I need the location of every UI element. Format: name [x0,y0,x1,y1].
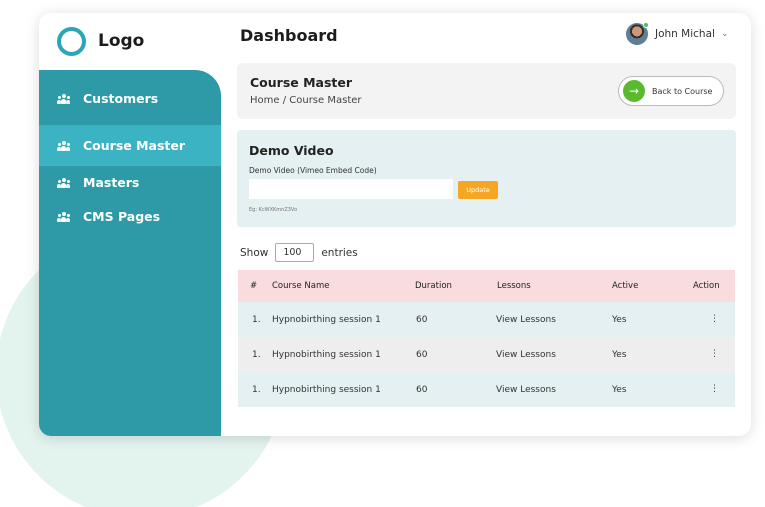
users-icon [57,140,70,151]
duration: 60 [416,314,428,325]
page-title: Dashboard [240,26,338,45]
column-header-action: Action [693,281,720,291]
column-header-duration: Duration [415,281,452,291]
sidebar-item-cms-pages[interactable]: CMS Pages [39,196,221,237]
show-label: Show [240,246,269,259]
users-icon [57,93,70,104]
table-row: 1. Hypnobirthing session 1 60 View Lesso… [238,337,735,372]
avatar[interactable] [626,22,649,45]
view-lessons-link[interactable]: View Lessons [496,385,556,395]
arrow-right-icon: → [623,80,645,102]
more-actions-icon[interactable]: ⋮ [710,349,719,359]
sidebar-item-label: CMS Pages [83,209,161,224]
sidebar-item-label: Customers [83,91,159,106]
users-icon [57,177,70,188]
sidebar: Customers Course Master Masters CMS Page… [39,70,221,436]
course-header-panel: Course Master Home / Course Master → Bac… [237,63,736,119]
chevron-down-icon[interactable]: ⌄ [721,29,729,39]
demo-video-hint: Eg: KcWXKmnZ3Vo [249,207,298,213]
course-name: Hypnobirthing session 1 [272,314,381,325]
demo-video-panel: Demo Video Demo Video (Vimeo Embed Code)… [237,130,736,227]
user-menu[interactable]: John Michal ⌄ [626,22,729,45]
vimeo-embed-input[interactable] [249,179,453,199]
online-status-icon [643,22,649,28]
active-status: Yes [612,314,627,325]
entries-control: Show 100 entries [240,243,358,262]
column-header-number: # [250,281,258,291]
more-actions-icon[interactable]: ⋮ [710,314,719,324]
sidebar-item-label: Masters [83,175,140,190]
demo-video-title: Demo Video [249,143,334,158]
course-title: Course Master [250,75,353,90]
sidebar-item-label: Course Master [83,138,186,153]
sidebar-item-course-master[interactable]: Course Master [39,125,221,166]
dashboard-card: Logo Customers Course Master Masters CMS… [39,13,751,436]
row-number: 1. [252,384,261,395]
logo[interactable]: Logo [39,13,221,70]
duration: 60 [416,384,428,395]
entries-label: entries [321,246,358,259]
update-button[interactable]: Update [458,181,498,199]
row-number: 1. [252,349,261,360]
more-actions-icon[interactable]: ⋮ [710,384,719,394]
logo-ring-icon [57,27,86,56]
active-status: Yes [612,384,627,395]
sidebar-item-customers[interactable]: Customers [39,78,221,119]
table-row: 1. Hypnobirthing session 1 60 View Lesso… [238,302,735,337]
course-table: # Course Name Duration Lessons Active Ac… [238,270,735,407]
row-number: 1. [252,314,261,325]
view-lessons-link[interactable]: View Lessons [496,350,556,360]
table-row: 1. Hypnobirthing session 1 60 View Lesso… [238,372,735,407]
demo-video-field-label: Demo Video (Vimeo Embed Code) [249,166,377,175]
entries-select[interactable]: 100 [275,243,315,262]
column-header-active: Active [612,281,639,291]
course-name: Hypnobirthing session 1 [272,384,381,395]
active-status: Yes [612,349,627,360]
column-header-course-name: Course Name [272,281,330,291]
back-button-label: Back to Course [652,86,713,96]
logo-text: Logo [98,31,145,51]
breadcrumb[interactable]: Home / Course Master [250,95,362,106]
users-icon [57,211,70,222]
column-header-lessons: Lessons [497,281,531,291]
user-name: John Michal [655,28,715,40]
back-to-course-button[interactable]: → Back to Course [618,76,724,106]
table-header: # Course Name Duration Lessons Active Ac… [238,270,735,302]
course-name: Hypnobirthing session 1 [272,349,381,360]
duration: 60 [416,349,428,360]
view-lessons-link[interactable]: View Lessons [496,315,556,325]
